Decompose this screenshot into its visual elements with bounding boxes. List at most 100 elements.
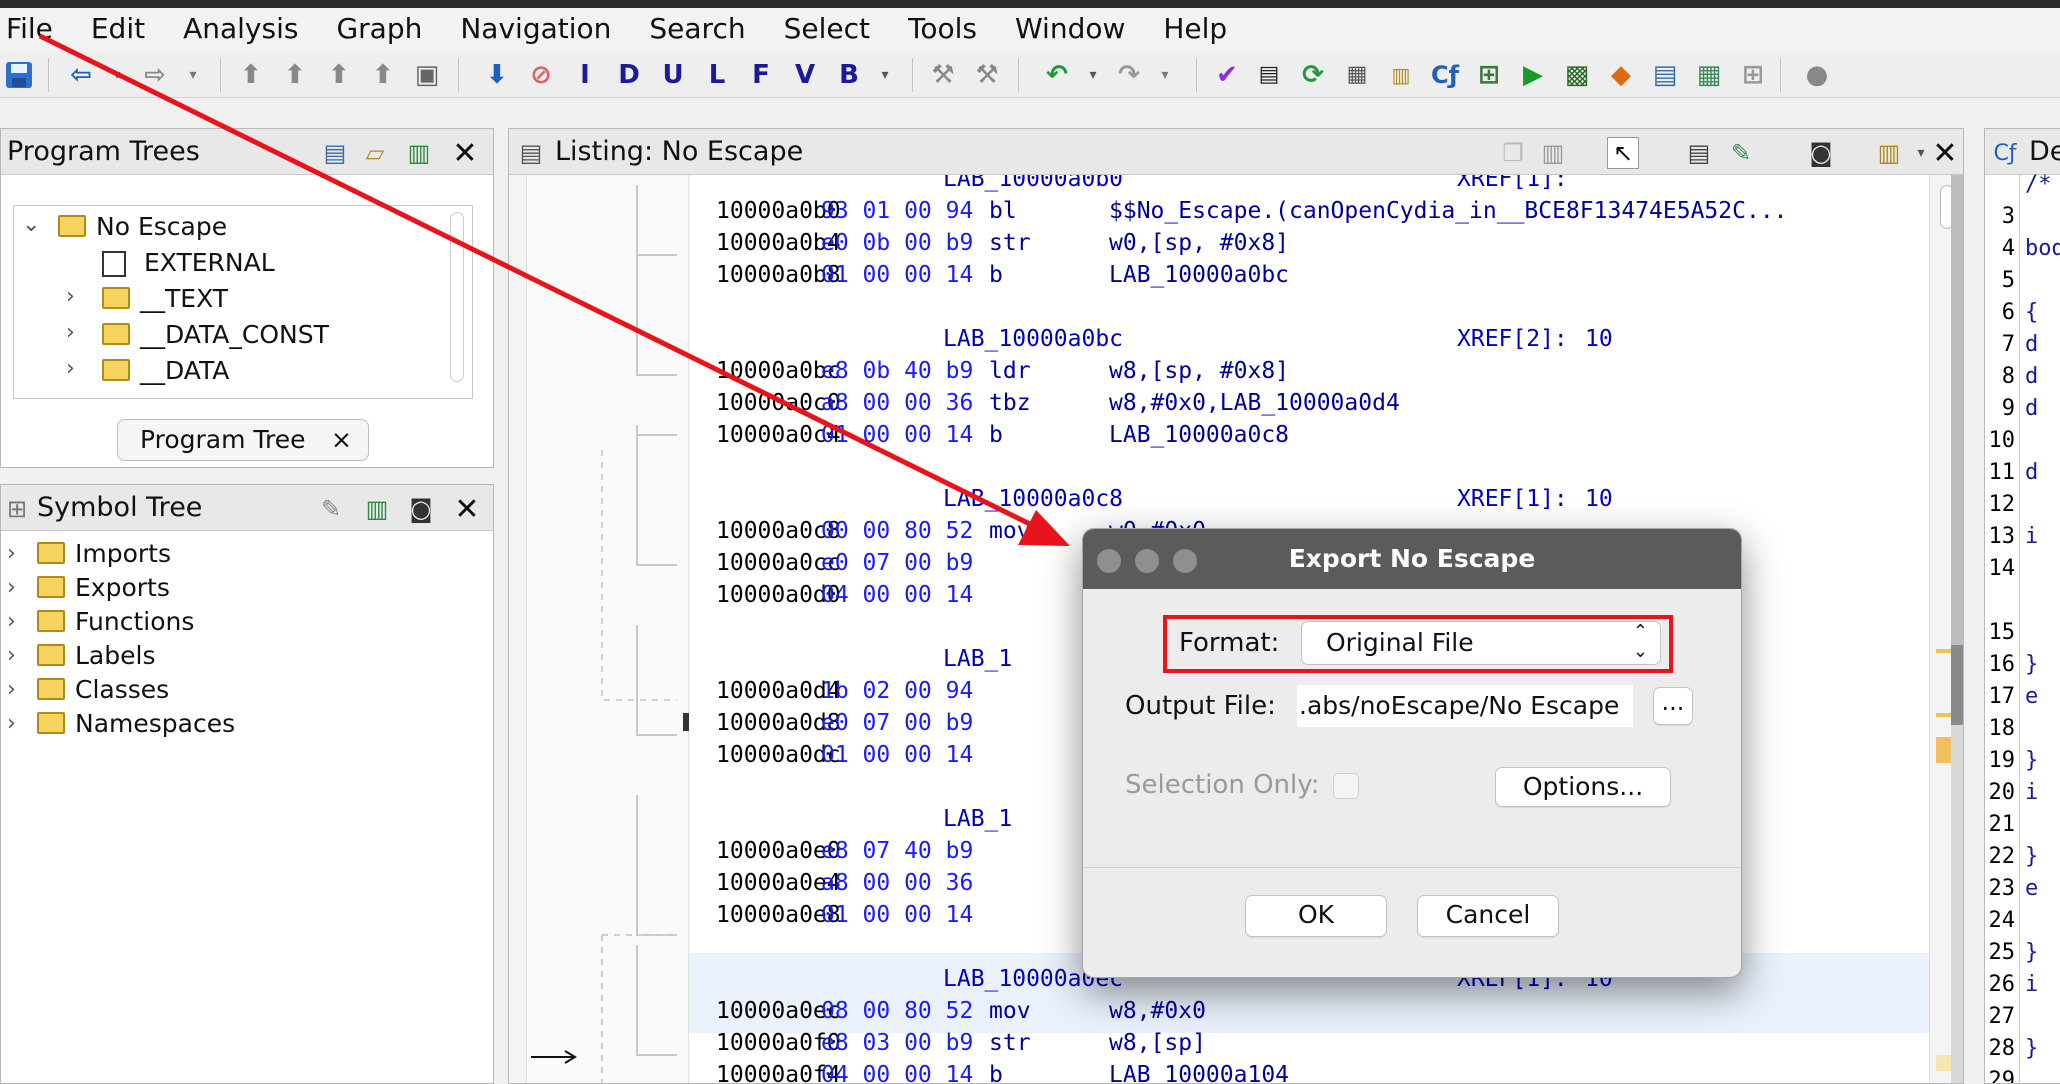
- diff-icon[interactable]: ✎: [1725, 137, 1757, 169]
- refresh-icon[interactable]: ⟳: [1296, 58, 1330, 92]
- forward-dropdown-icon[interactable]: ▾: [176, 58, 210, 92]
- symbol-classes[interactable]: Classes: [37, 673, 169, 707]
- chevron-right-icon[interactable]: ›: [7, 571, 16, 605]
- chat-icon[interactable]: ●: [1800, 58, 1834, 92]
- table-icon[interactable]: ▤: [1648, 58, 1682, 92]
- open-folder-icon[interactable]: ▱: [359, 137, 391, 169]
- menu-tools[interactable]: Tools: [889, 8, 996, 50]
- toolbar-letter-d[interactable]: D: [612, 58, 646, 92]
- undo-icon[interactable]: ↶: [1040, 58, 1074, 92]
- mnemonic[interactable]: ldr: [989, 355, 1031, 387]
- decompiler-line[interactable]: 23 e: [1985, 873, 2060, 905]
- paste-icon[interactable]: ▥: [1537, 137, 1569, 169]
- function-graph-icon[interactable]: Cƒ: [1428, 58, 1462, 92]
- xref[interactable]: XREF[1]:: [1457, 483, 1568, 515]
- chevron-right-icon[interactable]: ›: [66, 280, 75, 314]
- decompiler-line[interactable]: /*: [1985, 169, 2060, 201]
- decompiler-line[interactable]: 26 i: [1985, 969, 2060, 1001]
- toolbar-letter-f[interactable]: F: [744, 58, 778, 92]
- chevron-right-icon[interactable]: ›: [66, 352, 75, 386]
- snapshot-icon[interactable]: ◙: [405, 493, 437, 525]
- decompiler-line[interactable]: 8d: [1985, 361, 2060, 393]
- symbol-imports[interactable]: Imports: [37, 537, 171, 571]
- xref[interactable]: XREF[1]:: [1457, 175, 1568, 195]
- chevron-right-icon[interactable]: ›: [7, 605, 16, 639]
- mnemonic[interactable]: b: [989, 259, 1003, 291]
- snapshot-icon[interactable]: ◙: [1805, 137, 1837, 169]
- decompiler-line[interactable]: 21: [1985, 809, 2060, 841]
- label[interactable]: LAB_10000a0bc: [943, 323, 1123, 355]
- listing-label-row[interactable]: LAB_10000a0c8 XREF[1]: 10: [689, 483, 1929, 515]
- decompiler-line[interactable]: 10: [1985, 425, 2060, 457]
- redo-icon[interactable]: ↷: [1112, 58, 1146, 92]
- decompiler-line[interactable]: 4 bod: [1985, 233, 2060, 265]
- decompiler-line[interactable]: 11 d: [1985, 457, 2060, 489]
- layout-icon[interactable]: ▥: [1873, 137, 1905, 169]
- decompiler-line[interactable]: 22}: [1985, 841, 2060, 873]
- symbol-exports[interactable]: Exports: [37, 571, 170, 605]
- label[interactable]: LAB_10000a0b0: [943, 175, 1123, 195]
- vertical-scrollbar[interactable]: [450, 212, 464, 382]
- decompiler-line[interactable]: 12: [1985, 489, 2060, 521]
- chevron-right-icon[interactable]: ›: [7, 537, 16, 571]
- operands[interactable]: LAB_10000a0c8: [1109, 419, 1289, 451]
- chevron-right-icon[interactable]: ›: [7, 673, 16, 707]
- mnemonic[interactable]: mov: [989, 515, 1031, 547]
- toolbar-letter-b[interactable]: B: [832, 58, 866, 92]
- listing-row[interactable]: 10000a0ec 08 00 80 52 mov w8,#0x0: [689, 995, 1929, 1027]
- decompiler-line[interactable]: 25}: [1985, 937, 2060, 969]
- close-icon[interactable]: ✕: [449, 136, 481, 171]
- decompiler-line[interactable]: 6{: [1985, 297, 2060, 329]
- decompiler-line[interactable]: 14: [1985, 553, 2060, 585]
- copy-icon[interactable]: ❐: [1497, 137, 1529, 169]
- ok-button[interactable]: OK: [1245, 895, 1387, 937]
- window-close-button[interactable]: [1097, 549, 1121, 573]
- symbol-functions[interactable]: Functions: [37, 605, 194, 639]
- chevron-right-icon[interactable]: ›: [7, 639, 16, 673]
- decompiler-line[interactable]: 16}: [1985, 649, 2060, 681]
- bytes-icon[interactable]: ▤: [1252, 58, 1286, 92]
- operands[interactable]: w8,#0x0,LAB_10000a0d4: [1109, 387, 1400, 419]
- listing-row[interactable]: 10000a0f0 e8 03 00 b9 str w8,[sp]: [689, 1027, 1929, 1059]
- listing-row[interactable]: 10000a0b0 93 01 00 94 bl $$No_Escape.(canOp…: [689, 195, 1929, 227]
- chip-icon[interactable]: ▩: [1560, 58, 1594, 92]
- split-icon[interactable]: ⚒: [970, 58, 1004, 92]
- window-zoom-button[interactable]: [1173, 549, 1197, 573]
- menu-navigation[interactable]: Navigation: [441, 8, 630, 50]
- cursor-icon[interactable]: ↖: [1607, 137, 1639, 169]
- data-type-icon[interactable]: ▥: [1384, 58, 1418, 92]
- tab-program-tree[interactable]: Program Tree ×: [117, 419, 369, 461]
- decompiler-line[interactable]: 19}: [1985, 745, 2060, 777]
- mnemonic[interactable]: str: [989, 227, 1031, 259]
- xref[interactable]: XREF[2]:: [1457, 323, 1568, 355]
- paste-icon[interactable]: ▥: [361, 493, 393, 525]
- listing-row[interactable]: 10000a0f4 04 00 00 14 b LAB_10000a104: [689, 1059, 1929, 1083]
- label[interactable]: LAB_1: [943, 643, 1012, 675]
- undo-dropdown-icon[interactable]: ▾: [1076, 58, 1110, 92]
- nav-d-icon[interactable]: ⬆: [366, 58, 400, 92]
- decompiler-code[interactable]: /*34bod56{7d8d9d1011d1213i141516}17e1819…: [1985, 172, 2060, 1083]
- decompiler-line[interactable]: 13 i: [1985, 521, 2060, 553]
- stop-icon[interactable]: ⊘: [524, 58, 558, 92]
- listing-row[interactable]: 10000a0bc e8 0b 40 b9 ldr w8,[sp, #0x8]: [689, 355, 1929, 387]
- menu-graph[interactable]: Graph: [317, 8, 441, 50]
- menu-select[interactable]: Select: [765, 8, 889, 50]
- mnemonic[interactable]: str: [989, 1027, 1031, 1059]
- diamond-icon[interactable]: ◆: [1604, 58, 1638, 92]
- close-icon[interactable]: ✕: [451, 492, 483, 527]
- options-button[interactable]: Options...: [1495, 767, 1671, 807]
- menu-help[interactable]: Help: [1144, 8, 1246, 50]
- toolbar-letter-l[interactable]: L: [700, 58, 734, 92]
- call-tree-icon[interactable]: ⊞: [1472, 58, 1506, 92]
- listing-row[interactable]: 10000a0c0 a8 00 00 36 tbz w8,#0x0,LAB_10000…: [689, 387, 1929, 419]
- toolbar-letter-u[interactable]: U: [656, 58, 690, 92]
- decompiler-line[interactable]: 28}: [1985, 1033, 2060, 1065]
- chevron-down-icon[interactable]: ⌄: [22, 208, 40, 242]
- field-edit-icon[interactable]: ▤: [1683, 137, 1715, 169]
- chevron-right-icon[interactable]: ›: [7, 707, 16, 741]
- listing-row[interactable]: 10000a0c4 01 00 00 14 b LAB_10000a0c8: [689, 419, 1929, 451]
- decompiler-line[interactable]: 27: [1985, 1001, 2060, 1033]
- decompiler-line[interactable]: 9d: [1985, 393, 2060, 425]
- memory-icon[interactable]: ▦: [1340, 58, 1374, 92]
- decompiler-line[interactable]: 24: [1985, 905, 2060, 937]
